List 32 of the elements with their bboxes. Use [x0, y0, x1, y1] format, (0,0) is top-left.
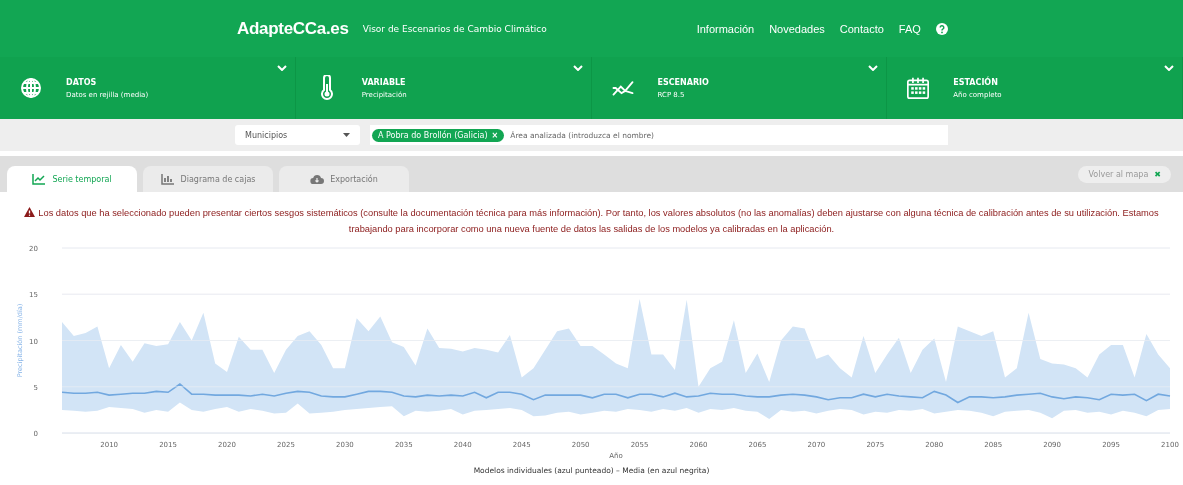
selector-title: ESTACIÓN [953, 77, 999, 87]
selector-title: ESCENARIO [657, 77, 709, 87]
globe-icon [20, 77, 42, 99]
cloud-icon [310, 173, 325, 185]
nav-link[interactable]: Contacto [839, 22, 884, 35]
chevron-icon [276, 65, 287, 71]
selector-title: DATOS [66, 77, 98, 87]
caret-icon [343, 133, 350, 137]
nav-link[interactable]: Novedades [769, 22, 825, 35]
tab[interactable]: Diagrama de cajas [143, 166, 273, 192]
back-to-map-button[interactable]: Volver al mapa ✖ [1078, 165, 1171, 183]
municipality-dropdown[interactable]: Municipios [235, 125, 360, 145]
chevron-icon [572, 65, 583, 71]
help-icon [935, 22, 948, 35]
tab[interactable]: Exportación [279, 166, 409, 192]
logo-text[interactable]: AdapteCCa.es [237, 18, 349, 39]
warning-message: Los datos que ha seleccionado pueden presentar ciertos sesgos sistemáticos (consulte la documentación técnica para más información). Por tanto, los valores absolutos (no las anomalías) deben ajustarse con alguna técnica de calibración antes de su utilización. Estamos trabajando para incorporar como una nueva fuente de datos las salidas de los modelos ya calibradas en la aplicación. [8, 205, 1175, 237]
tab[interactable]: Serie temporal [7, 166, 137, 192]
warning-icon [24, 207, 36, 217]
selector-title: VARIABLE [361, 77, 407, 87]
nav-link[interactable]: Información [696, 22, 755, 35]
chart-line-icon [32, 173, 47, 185]
calendar-icon [907, 75, 930, 101]
nav-link[interactable]: FAQ [898, 22, 921, 35]
remove-icon[interactable]: × [491, 130, 499, 140]
chevron-icon [868, 65, 879, 71]
close-icon: ✖ [1154, 169, 1161, 179]
location-tag[interactable]: A Pobra do Brollón (Galicia) × [372, 128, 505, 142]
bar-chart-icon [160, 173, 175, 185]
thermometer-icon [318, 75, 335, 101]
chevron-icon [1164, 65, 1174, 71]
site-subtitle: Visor de Escenarios de Cambio Climático [362, 23, 547, 34]
